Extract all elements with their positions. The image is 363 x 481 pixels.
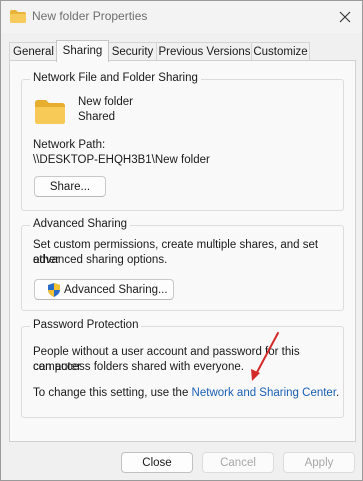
advanced-sharing-description-line2: advanced sharing options. <box>33 254 168 266</box>
change-setting-text: To change this setting, use the Network … <box>33 386 339 401</box>
folder-icon <box>35 100 65 124</box>
folder-icon <box>10 10 26 23</box>
title-bar[interactable]: New folder Properties <box>1 1 362 33</box>
tab-strip: General Sharing Security Previous Versio… <box>9 40 359 62</box>
advanced-sharing-button-label: Advanced Sharing... <box>64 284 168 296</box>
change-setting-suffix: . <box>336 387 340 399</box>
properties-window: New folder Properties General Sharing Se… <box>0 0 363 481</box>
tab-customize[interactable]: Customize <box>251 42 310 61</box>
cancel-button[interactable]: Cancel <box>202 452 274 473</box>
network-path-value: \\DESKTOP-EHQH3B1\New folder <box>33 154 210 166</box>
sharing-panel: Network File and Folder Sharing New fold… <box>9 60 356 442</box>
tab-security[interactable]: Security <box>107 42 158 61</box>
password-protection-description-line2: can access folders shared with everyone. <box>33 361 244 373</box>
window-title: New folder Properties <box>32 9 148 23</box>
share-button[interactable]: Share... <box>34 176 106 197</box>
tab-sharing[interactable]: Sharing <box>56 40 109 62</box>
tab-general[interactable]: General <box>9 42 58 61</box>
change-setting-prefix: To change this setting, use the <box>33 387 192 399</box>
close-button[interactable]: Close <box>121 452 193 473</box>
network-sharing-group: Network File and Folder Sharing New fold… <box>21 72 344 211</box>
folder-name: New folder <box>78 96 133 108</box>
apply-button[interactable]: Apply <box>283 452 355 473</box>
network-path-label: Network Path: <box>33 139 106 151</box>
close-icon[interactable] <box>336 8 354 26</box>
password-protection-group: Password Protection People without a use… <box>21 319 344 418</box>
password-protection-title: Password Protection <box>30 319 142 331</box>
network-sharing-center-link[interactable]: Network and Sharing Center <box>192 387 336 399</box>
advanced-sharing-button[interactable]: Advanced Sharing... <box>34 279 174 300</box>
tab-previous-versions[interactable]: Previous Versions <box>156 42 253 61</box>
advanced-sharing-title: Advanced Sharing <box>30 218 130 230</box>
network-sharing-title: Network File and Folder Sharing <box>30 72 201 84</box>
folder-status: Shared <box>78 111 116 123</box>
uac-shield-icon <box>48 283 60 297</box>
advanced-sharing-group: Advanced Sharing Set custom permissions,… <box>21 218 344 311</box>
